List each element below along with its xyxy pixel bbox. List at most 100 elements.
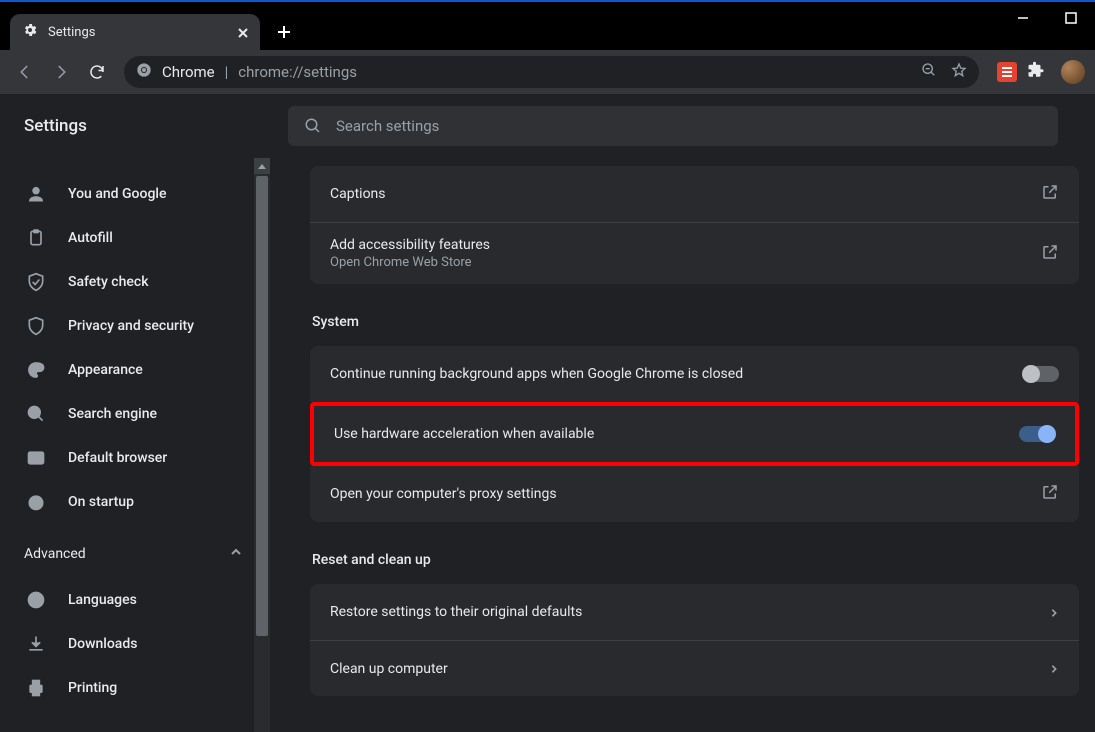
sidebar-item-downloads[interactable]: Downloads [0, 622, 270, 666]
url-origin: Chrome [162, 63, 215, 81]
sidebar-item-label: Search engine [68, 406, 157, 422]
sidebar-item-you-and-google[interactable]: You and Google [0, 172, 270, 216]
chevron-up-icon [230, 546, 242, 562]
settings-sidebar: You and Google Autofill Safety check Pri… [0, 158, 270, 732]
sidebar-scrollbar[interactable] [254, 158, 270, 732]
url-separator: | [225, 63, 229, 81]
browser-tab[interactable]: Settings [10, 14, 260, 50]
chevron-right-icon [1049, 659, 1059, 678]
scrollbar-thumb[interactable] [256, 176, 268, 636]
sidebar-item-default-browser[interactable]: Default browser [0, 436, 270, 480]
row-label: Add accessibility features [330, 237, 490, 253]
download-icon [26, 634, 46, 654]
settings-search-input[interactable] [336, 117, 1042, 135]
reload-button[interactable] [82, 57, 112, 87]
extensions-area [991, 60, 1085, 84]
row-add-accessibility-features[interactable]: Add accessibility features Open Chrome W… [310, 222, 1079, 284]
sidebar-item-printing[interactable]: Printing [0, 666, 270, 710]
sidebar-item-search-engine[interactable]: Search engine [0, 392, 270, 436]
sidebar-item-label: Appearance [68, 362, 143, 378]
row-restore-defaults[interactable]: Restore settings to their original defau… [310, 584, 1079, 640]
external-link-icon [1041, 183, 1059, 205]
gear-icon [22, 22, 38, 42]
sidebar-section-advanced[interactable]: Advanced [0, 530, 270, 578]
sidebar-item-label: Downloads [68, 636, 137, 652]
window-top-accent [0, 0, 1095, 2]
close-tab-icon[interactable] [238, 23, 248, 42]
external-link-icon [1041, 483, 1059, 505]
window-controls [999, 0, 1095, 36]
new-tab-button[interactable] [268, 16, 300, 48]
page-header: Settings [0, 94, 1095, 158]
system-group-bottom: Open your computer's proxy settings [310, 466, 1079, 522]
highlight-hardware-acceleration: Use hardware acceleration when available [310, 402, 1079, 466]
scrollbar-up-icon[interactable] [254, 158, 270, 174]
settings-search[interactable] [288, 106, 1058, 146]
browser-toolbar: Chrome | chrome://settings [0, 50, 1095, 94]
sidebar-item-autofill[interactable]: Autofill [0, 216, 270, 260]
sidebar-item-label: On startup [68, 494, 134, 510]
sidebar-item-label: You and Google [68, 186, 166, 202]
section-heading-reset: Reset and clean up [312, 552, 1079, 568]
page-title: Settings [0, 116, 288, 136]
search-icon [26, 404, 46, 424]
row-sublabel: Open Chrome Web Store [330, 255, 490, 270]
sidebar-item-label: Languages [68, 592, 137, 608]
back-button[interactable] [10, 57, 40, 87]
accessibility-group: Captions Add accessibility features Open… [310, 166, 1079, 284]
settings-content: Captions Add accessibility features Open… [270, 158, 1095, 732]
toggle-background-apps[interactable] [1023, 366, 1059, 382]
titlebar: Settings [0, 0, 1095, 50]
shield-check-icon [26, 272, 46, 292]
row-hardware-acceleration[interactable]: Use hardware acceleration when available [314, 406, 1075, 462]
url-path: chrome://settings [238, 63, 357, 81]
row-proxy-settings[interactable]: Open your computer's proxy settings [310, 466, 1079, 522]
sidebar-item-privacy[interactable]: Privacy and security [0, 304, 270, 348]
forward-button[interactable] [46, 57, 76, 87]
external-link-icon [1041, 243, 1059, 265]
row-label: Restore settings to their original defau… [330, 604, 582, 620]
row-label: Open your computer's proxy settings [330, 486, 557, 502]
browser-window-icon [26, 448, 46, 468]
extensions-icon[interactable] [1027, 61, 1045, 83]
bookmark-star-icon[interactable] [951, 62, 967, 82]
toggle-hardware-acceleration[interactable] [1019, 426, 1055, 442]
sidebar-item-appearance[interactable]: Appearance [0, 348, 270, 392]
zoom-icon[interactable] [921, 62, 937, 82]
sidebar-item-label: Safety check [68, 274, 149, 290]
chrome-icon [136, 62, 152, 82]
row-captions[interactable]: Captions [310, 166, 1079, 222]
search-icon [304, 117, 322, 135]
person-icon [26, 184, 46, 204]
profile-avatar[interactable] [1061, 60, 1085, 84]
sidebar-item-label: Default browser [68, 450, 167, 466]
globe-icon [26, 590, 46, 610]
shield-icon [26, 316, 46, 336]
sidebar-item-label: Printing [68, 680, 117, 696]
sidebar-item-languages[interactable]: Languages [0, 578, 270, 622]
address-bar[interactable]: Chrome | chrome://settings [124, 56, 979, 88]
minimize-button[interactable] [999, 0, 1047, 36]
clipboard-icon [26, 228, 46, 248]
row-label: Use hardware acceleration when available [334, 426, 594, 442]
row-label: Continue running background apps when Go… [330, 366, 743, 382]
palette-icon [26, 360, 46, 380]
sidebar-item-safety-check[interactable]: Safety check [0, 260, 270, 304]
reset-group: Restore settings to their original defau… [310, 584, 1079, 696]
sidebar-item-label: Autofill [68, 230, 113, 246]
maximize-button[interactable] [1047, 0, 1095, 36]
printer-icon [26, 678, 46, 698]
power-icon [26, 492, 46, 512]
row-background-apps[interactable]: Continue running background apps when Go… [310, 346, 1079, 402]
tab-title: Settings [48, 25, 228, 40]
sidebar-item-on-startup[interactable]: On startup [0, 480, 270, 524]
row-clean-up-computer[interactable]: Clean up computer [310, 640, 1079, 696]
system-group-top: Continue running background apps when Go… [310, 346, 1079, 402]
row-label: Clean up computer [330, 661, 448, 677]
advanced-label: Advanced [24, 546, 86, 562]
extension-todoist-icon[interactable] [997, 62, 1017, 82]
sidebar-item-label: Privacy and security [68, 318, 194, 334]
chevron-right-icon [1049, 603, 1059, 622]
section-heading-system: System [312, 314, 1079, 330]
row-label: Captions [330, 186, 386, 202]
